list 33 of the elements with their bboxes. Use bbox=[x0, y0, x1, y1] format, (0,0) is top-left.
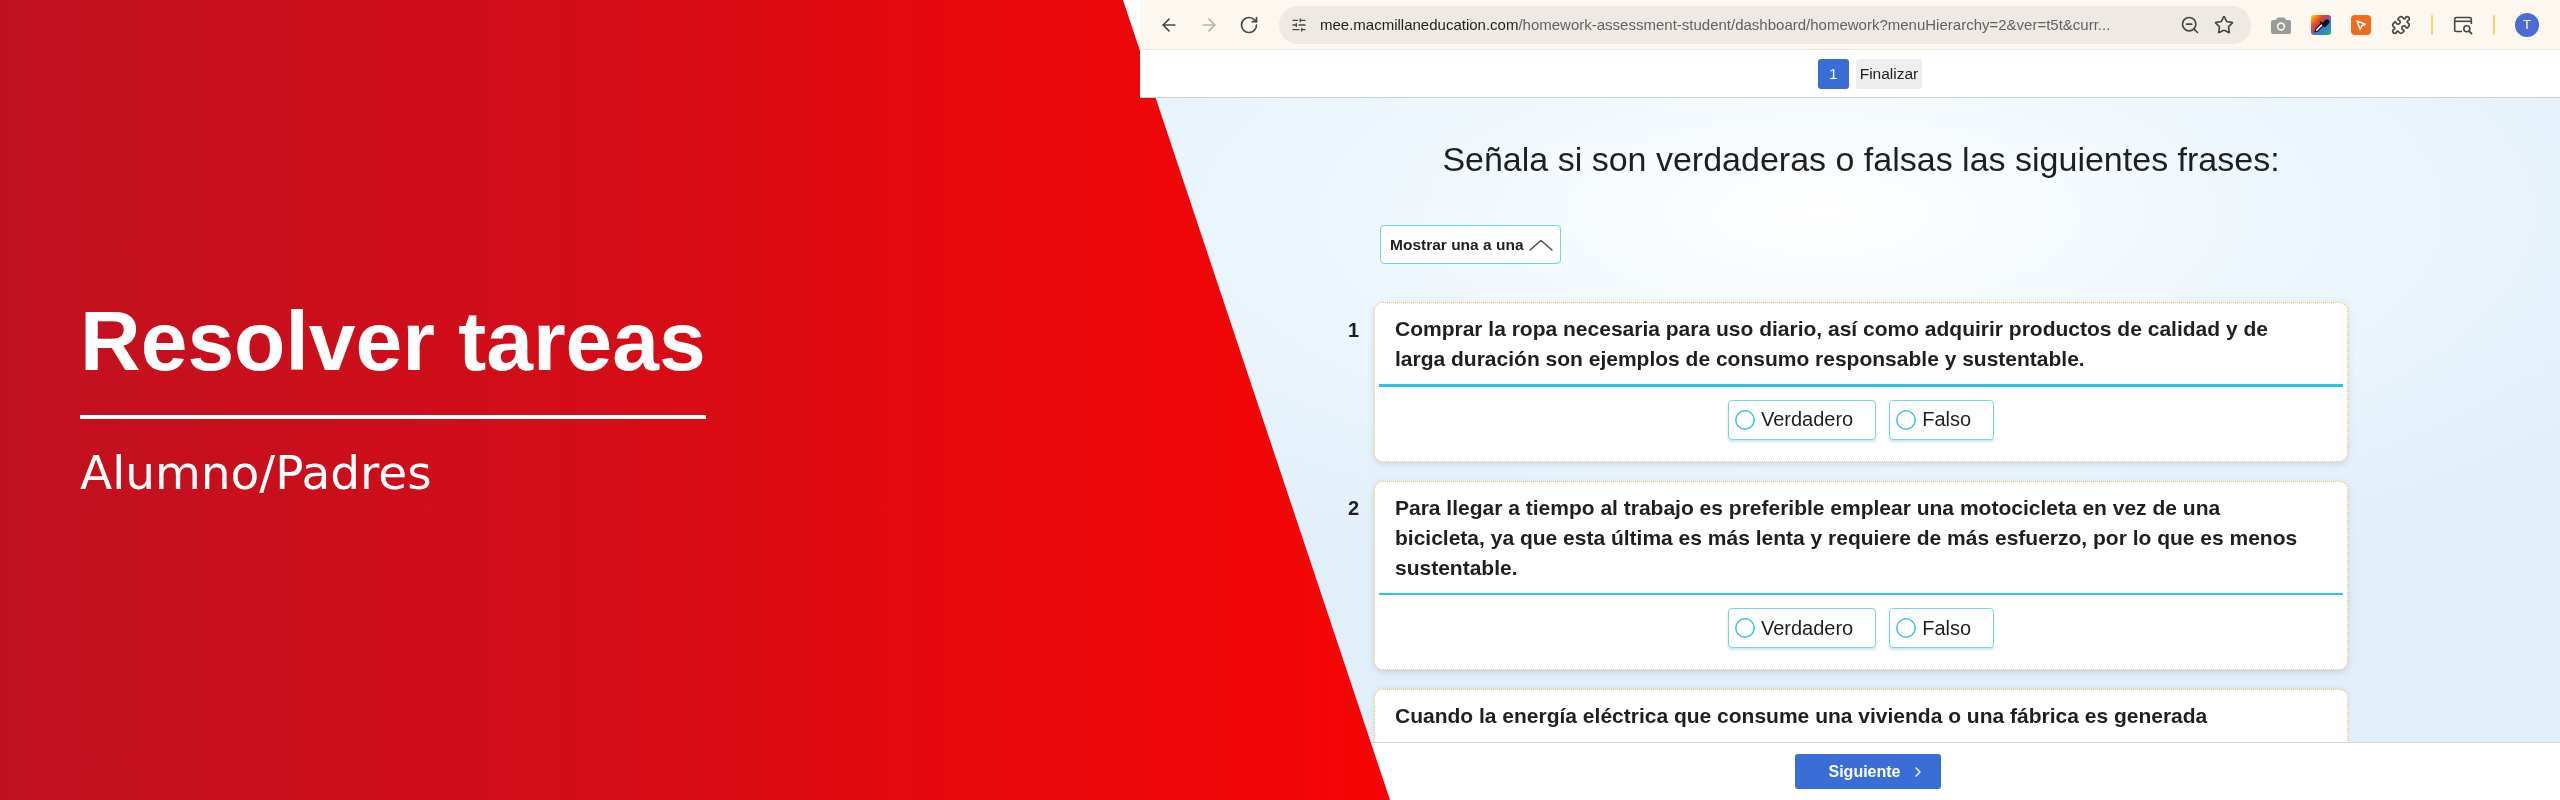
chevron-up-icon bbox=[1528, 238, 1553, 251]
radio-circle-icon[interactable] bbox=[1896, 409, 1917, 430]
eyedropper-tile-icon[interactable] bbox=[2311, 14, 2331, 35]
radio-circle-icon[interactable] bbox=[1896, 618, 1917, 638]
instruction-text: Señala si son verdaderas o falsas las siguientes frases: bbox=[1442, 139, 2280, 180]
question-text: Comprar la ropa necesaria para uso diario, así como adquirir productos de calidad y de larga duración son ejemplos de consumo responsable y sustentable. bbox=[1394, 316, 2269, 372]
banner-subtitle: Alumno/Padres bbox=[80, 449, 432, 496]
banner-title: Resolver tareas bbox=[80, 299, 706, 383]
answer-option[interactable]: Falso bbox=[1889, 399, 1995, 440]
page-nav-button[interactable]: 1 bbox=[1817, 58, 1849, 89]
zoom-out-icon[interactable] bbox=[2180, 14, 2200, 35]
address-bar[interactable]: mee.macmillaneducation.com/homework-assessment-student/dashboard/homework?menuHierarchy=2&ver=t5t&curr... bbox=[1279, 5, 2251, 44]
cursor-tile-icon[interactable] bbox=[2351, 14, 2371, 35]
camera-icon[interactable] bbox=[2271, 15, 2291, 34]
profile-avatar[interactable]: T bbox=[2515, 12, 2539, 37]
page-nav-button[interactable]: Finalizar bbox=[1855, 58, 1923, 89]
star-icon[interactable] bbox=[2214, 14, 2234, 35]
answer-option[interactable]: Verdadero bbox=[1727, 399, 1877, 440]
question-text: Para llegar a tiempo al trabajo es preferible emplear una motocicleta en vez de una bicicleta, ya que esta última es más lenta y requiere de más esfuerzo, por lo que es menos sustentable. bbox=[1394, 494, 2299, 581]
answer-option[interactable]: Verdadero bbox=[1727, 608, 1877, 648]
url-text[interactable]: mee.macmillaneducation.com/homework-assessment-student/dashboard/homework?menuHierarchy=2&ver=t5t&curr... bbox=[1320, 16, 2170, 33]
puzzle-icon[interactable] bbox=[2391, 14, 2411, 35]
answer-option[interactable]: Falso bbox=[1889, 608, 1995, 648]
sliders-icon[interactable] bbox=[1291, 16, 1307, 33]
question-text: Cuando la energía eléctrica que consume una vivienda o una fábrica es generada bbox=[1394, 703, 2209, 729]
question-number: 1 bbox=[1348, 317, 1360, 343]
question-number: 2 bbox=[1348, 496, 1360, 521]
radio-circle-icon[interactable] bbox=[1734, 409, 1755, 430]
display-toggle-button[interactable]: Mostrar una a una bbox=[1380, 225, 1561, 264]
window-search-icon[interactable] bbox=[2453, 14, 2473, 35]
next-button[interactable]: Siguiente bbox=[1795, 754, 1941, 789]
radio-circle-icon[interactable] bbox=[1734, 618, 1755, 638]
reload-icon[interactable] bbox=[1239, 14, 1259, 35]
